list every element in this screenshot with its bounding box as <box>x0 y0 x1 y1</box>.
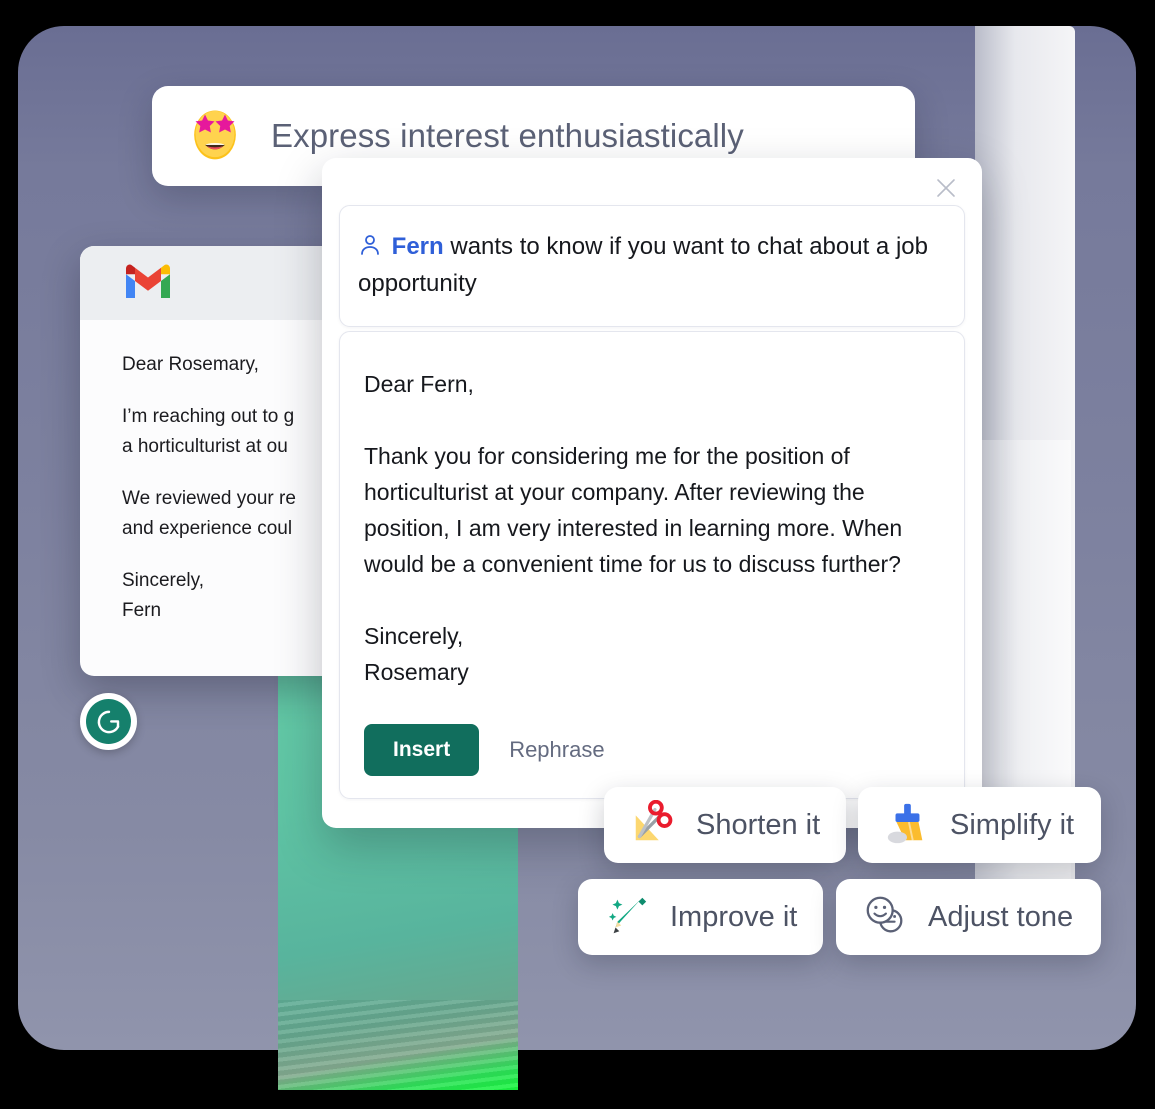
sparkle-pencil-icon <box>604 892 650 943</box>
context-card: Fern wants to know if you want to chat a… <box>339 205 965 327</box>
draft-spacer <box>364 402 964 438</box>
star-struck-emoji-icon <box>186 105 244 168</box>
draft-reply-card[interactable]: Dear Fern, Thank you for considering me … <box>339 331 965 799</box>
gmail-line-text: a horticulturist at ou <box>122 436 288 457</box>
two-faces-icon <box>862 892 908 943</box>
rephrase-button[interactable]: Rephrase <box>509 737 604 763</box>
grammarly-logo-icon <box>86 699 131 744</box>
draft-body: Thank you for considering me for the pos… <box>364 443 903 577</box>
gmail-logo <box>122 262 174 305</box>
insert-button[interactable]: Insert <box>364 724 480 776</box>
suggestion-pill-label: Improve it <box>670 900 798 933</box>
gmail-line-text: and experience coul <box>122 518 293 539</box>
suggestion-pill-label: Adjust tone <box>928 900 1074 933</box>
context-sender-name: Fern <box>391 233 444 260</box>
gmail-line-text: Fern <box>122 600 162 621</box>
suggestion-pill-label: Simplify it <box>950 808 1075 841</box>
draft-actions: Insert Rephrase <box>364 724 605 776</box>
broom-icon <box>884 800 930 851</box>
suggestion-pill-simplify[interactable]: Simplify it <box>858 787 1101 863</box>
draft-signature: Rosemary <box>364 659 469 685</box>
person-icon <box>358 233 392 260</box>
suggestion-pill-shorten[interactable]: Shorten it <box>604 787 846 863</box>
prompt-suggestion-label: Express interest enthusiastically <box>271 117 744 154</box>
draft-salutation: Dear Fern, <box>364 371 474 397</box>
draft-spacer <box>364 582 964 618</box>
gmail-line-text: We reviewed your re <box>122 488 296 509</box>
close-icon[interactable] <box>930 172 962 204</box>
suggestion-pill-label: Shorten it <box>696 808 821 841</box>
grammarly-badge-button[interactable] <box>80 693 137 750</box>
scissors-icon <box>630 799 676 851</box>
suggestion-pill-improve[interactable]: Improve it <box>578 879 823 955</box>
draft-signoff: Sincerely, <box>364 623 464 649</box>
gmail-line-text: I’m reaching out to g <box>122 406 295 427</box>
grammarly-assistant-panel: Fern wants to know if you want to chat a… <box>322 158 982 828</box>
gmail-line-text: Sincerely, <box>122 570 205 591</box>
context-message: Fern wants to know if you want to chat a… <box>358 228 940 302</box>
suggestion-pill-adjust-tone[interactable]: Adjust tone <box>836 879 1101 955</box>
screenshot-stage: Dear Rosemary, I’m reaching out to g a h… <box>0 0 1155 1109</box>
context-message-text: wants to know if you want to chat about … <box>358 233 928 297</box>
